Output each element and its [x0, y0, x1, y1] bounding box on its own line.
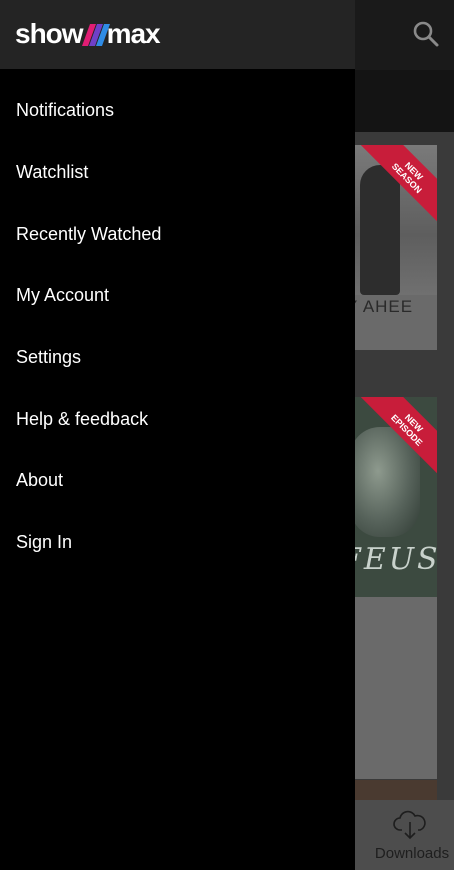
menu-item-notifications[interactable]: Notifications — [0, 80, 355, 142]
card-title: Y AHEE — [346, 297, 414, 316]
screen: NEW SEASON Y AHEE NEW EPISODE FEUS e Dow… — [0, 0, 454, 870]
menu-item-my-account[interactable]: My Account — [0, 265, 355, 327]
cloud-download-icon — [393, 810, 426, 840]
downloads-tab[interactable]: Downloads — [365, 800, 454, 870]
drawer-menu: Notifications Watchlist Recently Watched… — [0, 80, 355, 574]
showmax-logo[interactable]: show max — [15, 14, 161, 54]
menu-item-about[interactable]: About — [0, 450, 355, 512]
logo-slash-icon — [81, 22, 110, 46]
navigation-drawer: show max Notifications Watchlist Recentl… — [0, 0, 355, 870]
menu-item-recently-watched[interactable]: Recently Watched — [0, 203, 355, 265]
menu-item-help-feedback[interactable]: Help & feedback — [0, 388, 355, 450]
menu-item-sign-in[interactable]: Sign In — [0, 512, 355, 574]
drawer-header: show max — [0, 0, 355, 69]
downloads-label: Downloads — [374, 845, 450, 862]
search-icon[interactable] — [412, 20, 440, 48]
menu-item-watchlist[interactable]: Watchlist — [0, 142, 355, 204]
menu-item-settings[interactable]: Settings — [0, 327, 355, 389]
logo-text-max: max — [106, 18, 161, 49]
logo-text-show: show — [15, 18, 84, 49]
